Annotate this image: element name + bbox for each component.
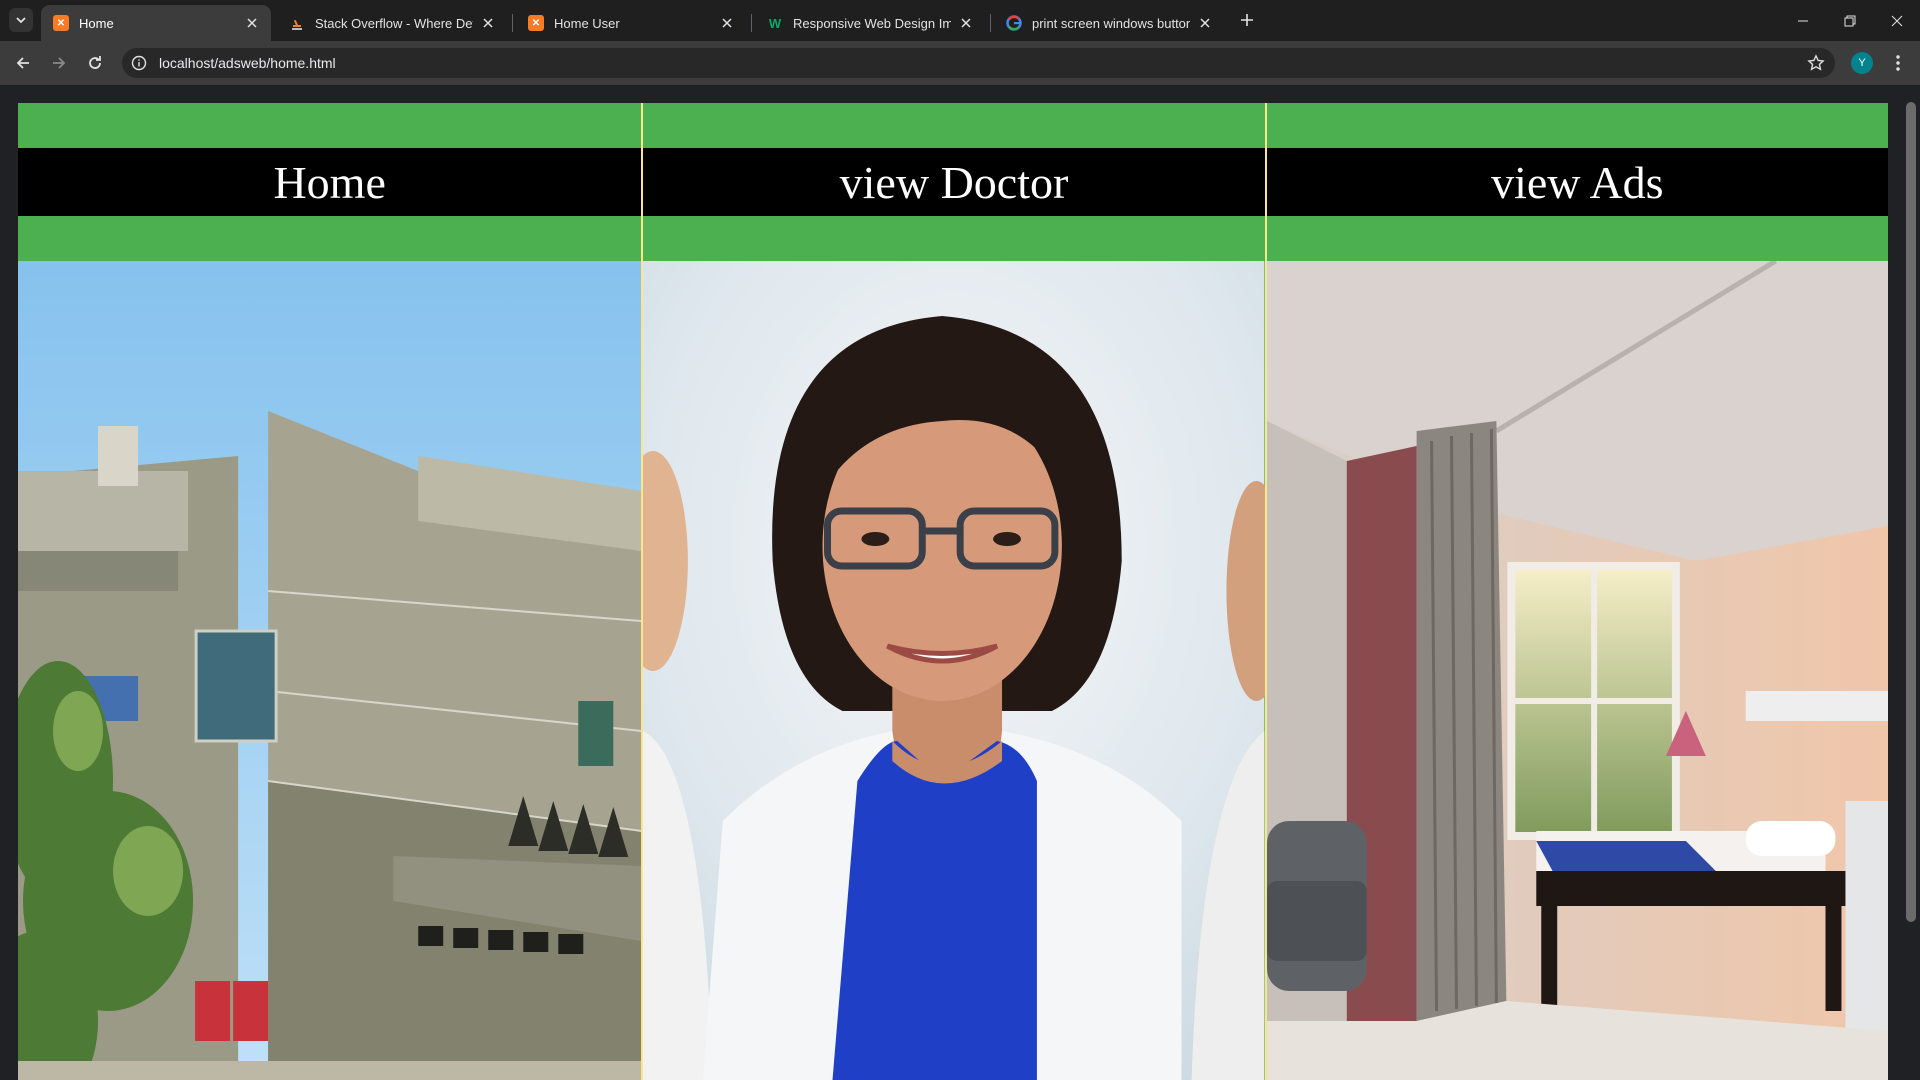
reload-button[interactable] [81, 49, 109, 77]
hospital-room-photo [1266, 261, 1888, 1080]
restore-icon [1844, 15, 1856, 26]
window-close-button[interactable] [1874, 0, 1920, 41]
stackoverflow-icon [289, 15, 305, 31]
close-icon[interactable] [479, 14, 497, 32]
info-icon[interactable] [131, 55, 147, 71]
tab-strip: ✕ Home Stack Overflow - Where Develo ✕ H… [0, 0, 1920, 41]
restore-button[interactable] [1827, 0, 1873, 41]
minimize-button[interactable] [1780, 0, 1826, 41]
tab-search-button[interactable] [9, 8, 33, 32]
chevron-down-icon [16, 17, 26, 24]
browser-toolbar: localhost/adsweb/home.html [0, 41, 1920, 85]
panel-view-doctor[interactable]: view Doctor [641, 103, 1265, 1080]
scrollbar-thumb[interactable] [1906, 102, 1916, 922]
arrow-right-icon [53, 57, 66, 69]
reload-icon [89, 56, 101, 69]
page-scrollbar[interactable] [1902, 85, 1920, 1080]
xampp-icon: ✕ [528, 15, 544, 31]
tab-w3schools[interactable]: W Responsive Web Design Images [755, 5, 985, 41]
close-icon [1891, 15, 1903, 26]
forward-button[interactable] [45, 49, 73, 77]
more-vert-icon [1896, 55, 1900, 71]
profile-avatar[interactable]: Y [1851, 52, 1873, 74]
tab-separator [512, 14, 513, 32]
tab-google[interactable]: print screen windows button - G [994, 5, 1224, 41]
address-bar[interactable]: localhost/adsweb/home.html [122, 48, 1835, 78]
xampp-icon: ✕ [53, 15, 69, 31]
tab-separator [990, 14, 991, 32]
close-icon[interactable] [718, 14, 736, 32]
w3schools-icon: W [768, 15, 782, 31]
doctor-portrait-photo [643, 261, 1265, 1080]
close-icon[interactable] [957, 14, 975, 32]
page-viewport: Home view Doctor view Ads [0, 85, 1920, 1080]
star-icon[interactable] [1807, 54, 1825, 72]
tab-home[interactable]: ✕ Home [41, 5, 271, 41]
tab-stackoverflow[interactable]: Stack Overflow - Where Develo [277, 5, 507, 41]
minimize-icon [1798, 20, 1808, 21]
panel-view-ads[interactable]: view Ads [1264, 103, 1888, 1080]
url-text: localhost/adsweb/home.html [159, 55, 336, 71]
close-icon[interactable] [1196, 14, 1214, 32]
close-icon[interactable] [243, 14, 261, 32]
new-tab-button[interactable] [1236, 9, 1258, 31]
hospital-building-photo [18, 261, 642, 1080]
panel-home-title[interactable]: Home [18, 148, 642, 216]
tab-home-user[interactable]: ✕ Home User [516, 5, 746, 41]
back-button[interactable] [9, 49, 37, 77]
plus-icon [1241, 14, 1253, 26]
panel-view-doctor-title[interactable]: view Doctor [643, 148, 1265, 216]
browser-menu-button[interactable] [1888, 52, 1908, 74]
panel-view-ads-title[interactable]: view Ads [1266, 148, 1888, 216]
google-icon [1006, 15, 1022, 31]
tab-separator [751, 14, 752, 32]
nav-panels: Home view Doctor view Ads [18, 103, 1888, 1080]
panel-home[interactable]: Home [18, 103, 642, 1080]
arrow-left-icon [16, 57, 29, 69]
